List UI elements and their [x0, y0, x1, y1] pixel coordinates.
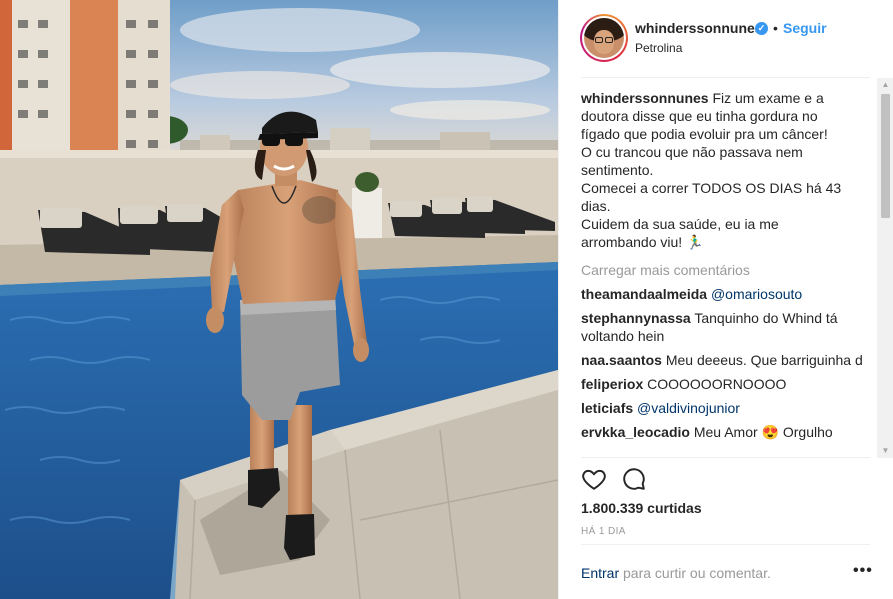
comments-scrollbar[interactable]: ▲ ▼ [877, 78, 893, 458]
comment-username[interactable]: naa.saantos [581, 352, 662, 368]
scroll-up-icon[interactable]: ▲ [877, 78, 893, 92]
load-more-comments-button[interactable]: Carregar mais comentários [581, 261, 877, 279]
post-timestamp: HÁ 1 DIA [581, 526, 626, 537]
scrollbar-thumb[interactable] [881, 94, 890, 218]
comment-username[interactable]: ervkka_leocadio [581, 424, 690, 440]
caption-text-line: dias. [581, 198, 611, 214]
comment-username[interactable]: feliperiox [581, 376, 643, 392]
comment-item: naa.saantos Meu deeeus. Que barriguinha … [581, 351, 877, 369]
comment-text: Meu Amor 😍 Orgulho [693, 424, 833, 440]
caption-text-line: arrombando viu! 🏃‍♂️ [581, 234, 704, 250]
scroll-down-icon[interactable]: ▼ [877, 444, 893, 458]
caption-text-line: Fiz um exame e a [712, 90, 824, 106]
post-caption: whinderssonnunes Fiz um exame e a doutor… [581, 89, 877, 251]
caption-username[interactable]: whinderssonnunes [581, 90, 709, 106]
post-header: whinderssonnunes ✓ • Seguir Petrolina [559, 0, 893, 78]
login-link[interactable]: Entrar [581, 565, 619, 581]
heart-icon[interactable] [581, 466, 607, 492]
comment-item: leticiafs @valdivinojunior [581, 399, 877, 417]
header-username[interactable]: whinderssonnunes [635, 20, 763, 36]
footer-divider [581, 544, 870, 545]
verified-badge-icon: ✓ [755, 22, 768, 35]
login-prompt-text: para curtir ou comentar. [619, 565, 771, 581]
comment-item: ervkka_leocadio Meu Amor 😍 Orgulho [581, 423, 877, 441]
comment-username[interactable]: leticiafs [581, 400, 633, 416]
comment-item: stephannynassa Tanquinho do Whind tá vol… [581, 309, 877, 345]
comment-mention[interactable]: @valdivinojunior [637, 400, 740, 416]
comments-list[interactable]: whinderssonnunes Fiz um exame e a doutor… [581, 89, 877, 457]
comment-item: feliperiox COOOOOORNOOOO [581, 375, 877, 393]
likes-count[interactable]: 1.800.339 curtidas [581, 500, 702, 516]
location-link[interactable]: Petrolina [635, 41, 682, 55]
post-details-panel: whinderssonnunes ✓ • Seguir Petrolina wh… [558, 0, 893, 599]
caption-text-line: sentimento. [581, 162, 654, 178]
follow-button[interactable]: Seguir [783, 20, 827, 36]
comment-text: COOOOOORNOOOO [647, 376, 787, 392]
caption-text-line: doutora disse que eu tinha gordura no [581, 108, 818, 124]
avatar[interactable] [580, 14, 628, 62]
header-separator: • [773, 20, 778, 36]
comment-icon[interactable] [621, 466, 647, 492]
login-prompt: Entrar para curtir ou comentar. [581, 565, 771, 581]
header-divider [581, 77, 870, 78]
more-options-icon[interactable]: ••• [853, 562, 873, 580]
comment-mention[interactable]: @omariosouto [711, 286, 802, 302]
caption-text-line: fígado que podia evoluir pra um câncer! [581, 126, 828, 142]
comments-divider [581, 457, 870, 458]
comment-text: Meu deeeus. Que barriguinha d [665, 352, 863, 368]
post-photo-illustration [0, 0, 558, 599]
caption-text-line: O cu trancou que não passava nem [581, 144, 803, 160]
caption-text-line: Cuidem da sua saúde, eu ia me [581, 216, 779, 232]
post-photo[interactable] [0, 0, 558, 599]
comment-username[interactable]: theamandaalmeida [581, 286, 707, 302]
comment-item: theamandaalmeida @omariosouto [581, 285, 877, 303]
comment-username[interactable]: stephannynassa [581, 310, 691, 326]
caption-text-line: Comecei a correr TODOS OS DIAS há 43 [581, 180, 842, 196]
